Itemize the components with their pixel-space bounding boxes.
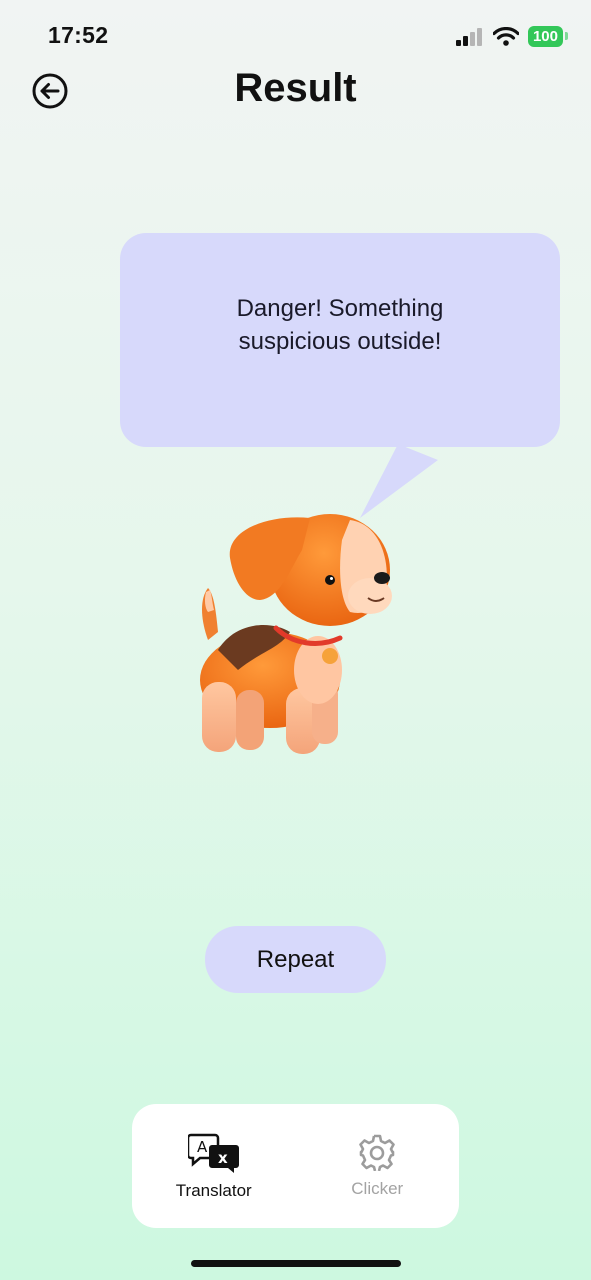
speech-bubble: Danger! Something suspicious outside!: [120, 233, 560, 447]
page-title: Result: [234, 66, 357, 110]
tab-translator-label: Translator: [175, 1181, 252, 1200]
wifi-icon: [492, 27, 519, 46]
repeat-button[interactable]: Repeat: [205, 926, 386, 993]
gear-icon: [359, 1134, 396, 1171]
status-time: 17:52: [48, 22, 109, 48]
tab-bar: A x Translator Clicker: [132, 1104, 459, 1228]
svg-text:x: x: [218, 1149, 228, 1167]
tab-clicker[interactable]: Clicker: [296, 1104, 460, 1228]
translation-text: Danger! Something suspicious outside!: [236, 295, 444, 355]
translate-icon: A x: [187, 1133, 239, 1173]
dog-illustration: [200, 514, 392, 754]
tab-clicker-label: Clicker: [351, 1179, 404, 1198]
home-indicator: [191, 1260, 401, 1267]
tab-translator[interactable]: A x Translator: [132, 1104, 296, 1228]
status-icons: 100: [455, 26, 569, 47]
signal-icon: [455, 27, 482, 46]
battery-icon: 100: [527, 26, 569, 47]
svg-text:A: A: [197, 1138, 208, 1156]
